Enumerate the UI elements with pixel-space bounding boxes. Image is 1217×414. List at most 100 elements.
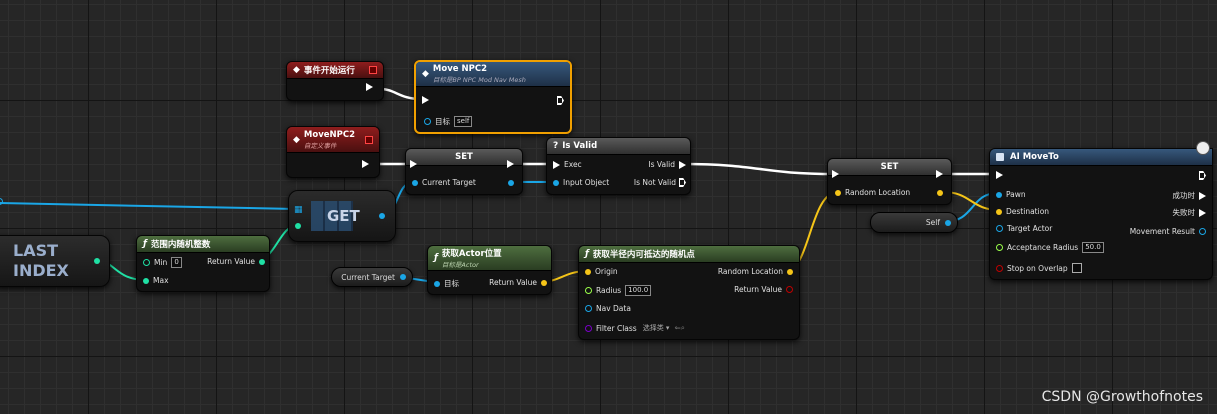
min-pin[interactable]: Min 0 [143,257,182,268]
stop-on-overlap-pin[interactable]: Stop on Overlap [996,263,1082,273]
watermark: CSDN @Growthofnotes [1041,389,1203,405]
min-value-field[interactable]: 0 [171,257,182,268]
return-value-pin[interactable]: Return Value [734,285,793,294]
random-reachable-point-node[interactable]: ƒ 获取半径内可抵达的随机点 Origin Radius 100.0 Nav Dat… [578,245,800,340]
function-icon: ƒ [143,239,147,249]
nav-data-pin[interactable]: Nav Data [585,304,631,313]
int-output-pin[interactable] [94,258,100,264]
array-input-pin[interactable]: ▦ [294,205,303,215]
return-value-pin[interactable]: Return Value [489,278,547,287]
delegate-pin[interactable] [365,135,373,144]
pin-label: Nav Data [596,304,631,313]
array-get-node[interactable]: ▦ GET [288,190,396,242]
acceptance-radius-pin[interactable]: Acceptance Radius 50.0 [996,242,1104,253]
clock-icon [1196,141,1210,155]
pin-label: Acceptance Radius [1007,243,1079,252]
object-output-pin[interactable] [945,219,951,226]
max-pin[interactable]: Max [143,276,169,285]
target-pin[interactable]: 目标 [434,278,459,289]
get-actor-location-node[interactable]: ƒ 获取Actor位置 目标是Actor 目标 Return Value [427,245,552,295]
acceptance-radius-field[interactable]: 50.0 [1082,242,1104,253]
exec-input-pin[interactable] [422,96,433,104]
self-label: Self [925,218,940,227]
pin-label: Radius [596,286,622,295]
pin-label: Is Valid [648,160,675,169]
index-input-pin[interactable] [295,223,301,229]
stop-on-overlap-checkbox[interactable] [1071,263,1082,273]
current-target-output-pin[interactable] [508,180,514,186]
random-location-input-pin[interactable]: Random Location [835,188,910,197]
target-pin[interactable]: 目标 self [424,116,473,127]
latent-function-icon [996,153,1004,161]
exec-wire [682,162,836,176]
pin-label: Stop on Overlap [1007,263,1068,273]
node-title: SET [455,152,473,162]
object-output-pin[interactable] [379,213,385,219]
exec-output-pin[interactable] [362,160,373,168]
last-index-line1: LAST [13,241,59,260]
movement-result-pin[interactable]: Movement Result [1130,227,1206,236]
pawn-pin[interactable]: Pawn [996,190,1026,199]
custom-event-node[interactable]: ◆ MoveNPC2 自定义事件 [286,126,380,178]
exec-input-pin[interactable]: Exec [553,160,582,169]
node-title: Move NPC2 [432,64,487,74]
exec-output-pin[interactable] [366,83,377,91]
node-title: SET [880,162,899,172]
on-success-pin[interactable]: 成功时 [1173,190,1206,201]
self-reference-node[interactable]: Self [870,212,958,233]
pin-label: Filter Class [596,323,637,333]
current-target-input-pin[interactable]: Current Target [412,178,476,187]
set-current-target-node[interactable]: SET Current Target [405,148,523,195]
random-location-output-pin[interactable] [937,190,943,196]
function-icon: ƒ [585,249,589,259]
input-object-pin[interactable]: Input Object [553,178,609,187]
variable-label: Current Target [341,272,395,282]
node-title: 事件开始运行 [303,66,355,76]
pin-label: Min [154,258,168,267]
filter-class-pin[interactable]: Filter Class 选择类 ▾ ⇐⌕ [585,323,685,333]
exec-input-pin[interactable] [832,170,843,178]
current-target-getter[interactable]: Current Target [331,267,413,287]
pin-label: Destination [1006,207,1050,216]
exec-input-pin[interactable] [996,171,1007,179]
node-title-bar: SET [828,159,951,176]
move-npc2-function-node[interactable]: ◆ Move NPC2 目标是BP NPC Mod Nav Mesh 目标 self [414,60,572,134]
target-value-field[interactable]: self [454,116,473,127]
function-icon: ƒ [434,253,438,263]
radius-value-field[interactable]: 100.0 [625,285,652,296]
is-valid-exec-pin[interactable]: Is Valid [648,160,686,169]
exec-input-pin[interactable] [410,160,421,168]
random-integer-in-range-node[interactable]: ƒ 范围内随机整数 Min 0 Max Return Value [136,235,270,292]
delegate-pin[interactable] [369,66,377,74]
browse-icon[interactable]: ⇐⌕ [674,323,684,333]
filter-class-dropdown[interactable]: 选择类 ▾ [641,324,672,333]
exec-output-pin[interactable] [507,160,518,168]
event-begin-node[interactable]: ◆ 事件开始运行 [286,61,384,101]
pin-label: 目标 [435,117,450,126]
object-output-pin[interactable] [400,274,406,280]
pin-label: Return Value [207,257,255,266]
on-fail-pin[interactable]: 失败时 [1173,207,1206,218]
exec-output-pin[interactable] [554,96,564,105]
ai-move-to-node[interactable]: AI MoveTo Pawn Destination Target Actor … [989,148,1213,280]
destination-pin[interactable]: Destination [996,207,1049,216]
origin-pin[interactable]: Origin [585,267,618,276]
pin-label: Target Actor [1007,224,1053,233]
is-valid-node[interactable]: ? Is Valid Exec Input Object Is Valid Is … [546,137,691,195]
return-value-pin[interactable]: Return Value [207,257,265,266]
node-subtitle: 目标是Actor [441,261,479,269]
node-subtitle: 目标是BP NPC Mod Nav Mesh [432,76,526,84]
node-title: MoveNPC2 [303,129,356,140]
is-not-valid-exec-pin[interactable]: Is Not Valid [634,178,686,187]
event-icon: ◆ [293,134,300,145]
pin-label: Input Object [563,178,610,187]
exec-output-pin[interactable] [1196,171,1206,180]
radius-pin[interactable]: Radius 100.0 [585,285,652,296]
exec-output-pin[interactable] [936,170,947,178]
pin-label: Is Not Valid [633,178,676,187]
last-index-node[interactable]: LAST INDEX [0,235,110,287]
node-title: 范围内随机整数 [150,240,211,250]
set-random-location-node[interactable]: SET Random Location [827,158,952,205]
random-location-pin[interactable]: Random Location [718,267,793,276]
target-actor-pin[interactable]: Target Actor [996,224,1052,233]
